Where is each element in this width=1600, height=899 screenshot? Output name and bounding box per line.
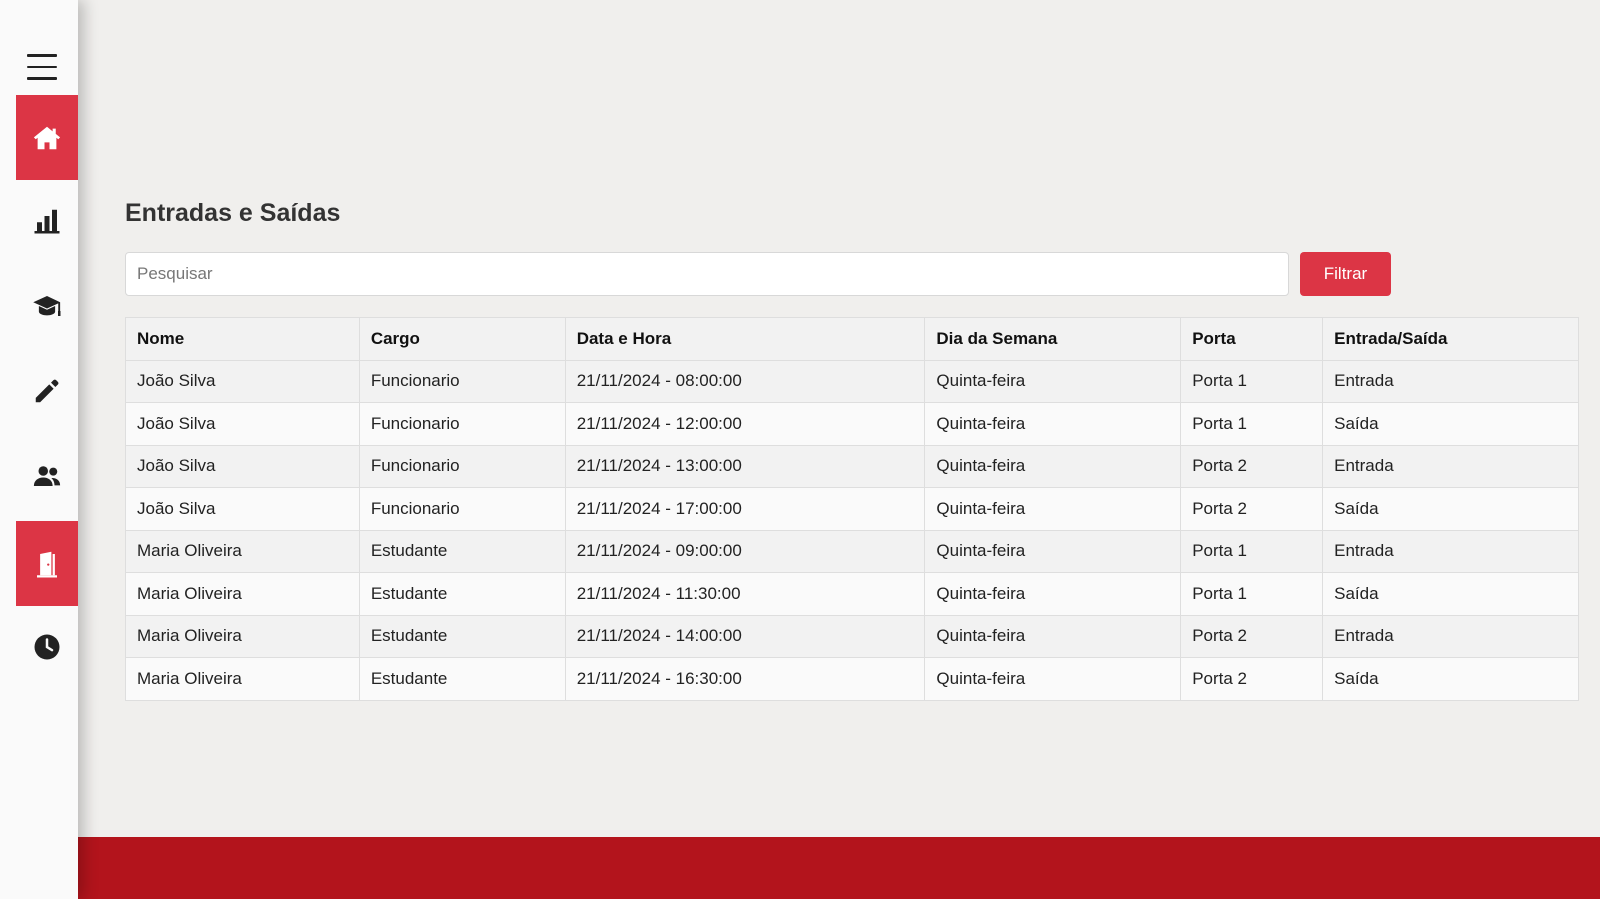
sidebar — [0, 0, 78, 899]
cell-entrada-saida: Saída — [1322, 572, 1579, 616]
cell-entrada-saida: Saída — [1322, 487, 1579, 531]
cell-dia-semana: Quinta-feira — [924, 657, 1182, 701]
sidebar-item-home[interactable] — [16, 95, 78, 180]
cell-entrada-saida: Entrada — [1322, 614, 1579, 658]
cell-dia-semana: Quinta-feira — [924, 529, 1182, 573]
header-porta[interactable]: Porta — [1180, 317, 1324, 361]
cell-cargo: Funcionario — [358, 359, 566, 403]
table-row[interactable]: Maria Oliveira Estudante 21/11/2024 - 09:0… — [125, 529, 1579, 573]
clock-icon — [34, 634, 60, 659]
sidebar-item-access[interactable] — [16, 521, 78, 606]
cell-entrada-saida: Entrada — [1322, 444, 1579, 488]
door-icon — [37, 551, 57, 577]
cell-nome: João Silva — [125, 359, 360, 403]
cell-data-hora: 21/11/2024 - 16:30:00 — [564, 657, 926, 701]
cell-nome: Maria Oliveira — [125, 572, 360, 616]
cell-data-hora: 21/11/2024 - 09:00:00 — [564, 529, 926, 573]
cell-data-hora: 21/11/2024 - 11:30:00 — [564, 572, 926, 616]
cell-porta: Porta 1 — [1180, 572, 1324, 616]
cell-entrada-saida: Saída — [1322, 402, 1579, 446]
cell-porta: Porta 2 — [1180, 614, 1324, 658]
table-row[interactable]: João Silva Funcionario 21/11/2024 - 12:00:… — [125, 402, 1579, 446]
cell-data-hora: 21/11/2024 - 12:00:00 — [564, 402, 926, 446]
main-content: Entradas e Saídas Filtrar Nome Cargo Dat… — [78, 0, 1600, 899]
cell-data-hora: 21/11/2024 - 13:00:00 — [564, 444, 926, 488]
cell-cargo: Estudante — [358, 529, 566, 573]
cell-dia-semana: Quinta-feira — [924, 359, 1182, 403]
cell-nome: João Silva — [125, 487, 360, 531]
cell-data-hora: 21/11/2024 - 17:00:00 — [564, 487, 926, 531]
header-data-hora[interactable]: Data e Hora — [564, 317, 926, 361]
header-nome[interactable]: Nome — [125, 317, 360, 361]
cell-cargo: Funcionario — [358, 444, 566, 488]
cell-dia-semana: Quinta-feira — [924, 402, 1182, 446]
sidebar-item-students[interactable] — [16, 263, 78, 348]
cell-porta: Porta 1 — [1180, 529, 1324, 573]
sidebar-item-users[interactable] — [16, 433, 78, 518]
table-row[interactable]: João Silva Funcionario 21/11/2024 - 08:00:… — [125, 359, 1579, 403]
cell-dia-semana: Quinta-feira — [924, 487, 1182, 531]
cell-data-hora: 21/11/2024 - 14:00:00 — [564, 614, 926, 658]
table-row[interactable]: Maria Oliveira Estudante 21/11/2024 - 14:0… — [125, 614, 1579, 658]
page-title: Entradas e Saídas — [125, 199, 341, 227]
pencil-icon — [35, 379, 59, 402]
home-icon — [33, 126, 61, 149]
sidebar-item-reports[interactable] — [16, 178, 78, 263]
users-icon — [33, 465, 61, 486]
access-log-table-container: Nome Cargo Data e Hora Dia da Semana Por… — [125, 317, 1579, 701]
search-input[interactable] — [125, 252, 1289, 296]
cell-cargo: Estudante — [358, 572, 566, 616]
cell-cargo: Estudante — [358, 614, 566, 658]
cell-porta: Porta 2 — [1180, 657, 1324, 701]
header-cargo[interactable]: Cargo — [358, 317, 566, 361]
cell-cargo: Funcionario — [358, 402, 566, 446]
cell-entrada-saida: Saída — [1322, 657, 1579, 701]
bar-chart-icon — [34, 209, 60, 233]
hamburger-menu-icon[interactable] — [27, 54, 57, 80]
table-row[interactable]: Maria Oliveira Estudante 21/11/2024 - 16:3… — [125, 657, 1579, 701]
cell-porta: Porta 1 — [1180, 359, 1324, 403]
cell-entrada-saida: Entrada — [1322, 359, 1579, 403]
cell-nome: Maria Oliveira — [125, 657, 360, 701]
filter-button[interactable]: Filtrar — [1300, 252, 1391, 296]
sidebar-item-edit[interactable] — [16, 348, 78, 433]
graduation-cap-icon — [33, 295, 61, 316]
cell-nome: Maria Oliveira — [125, 614, 360, 658]
cell-nome: Maria Oliveira — [125, 529, 360, 573]
cell-dia-semana: Quinta-feira — [924, 444, 1182, 488]
cell-nome: João Silva — [125, 402, 360, 446]
table-header-row: Nome Cargo Data e Hora Dia da Semana Por… — [125, 317, 1579, 361]
cell-cargo: Funcionario — [358, 487, 566, 531]
table-row[interactable]: João Silva Funcionario 21/11/2024 - 13:00:… — [125, 444, 1579, 488]
cell-dia-semana: Quinta-feira — [924, 614, 1182, 658]
sidebar-item-history[interactable] — [16, 604, 78, 689]
cell-nome: João Silva — [125, 444, 360, 488]
cell-cargo: Estudante — [358, 657, 566, 701]
access-log-table: Nome Cargo Data e Hora Dia da Semana Por… — [125, 317, 1579, 701]
cell-porta: Porta 2 — [1180, 444, 1324, 488]
cell-porta: Porta 2 — [1180, 487, 1324, 531]
header-dia-semana[interactable]: Dia da Semana — [924, 317, 1182, 361]
header-entrada-saida[interactable]: Entrada/Saída — [1322, 317, 1579, 361]
table-body: João Silva Funcionario 21/11/2024 - 08:00:… — [125, 359, 1579, 701]
cell-porta: Porta 1 — [1180, 402, 1324, 446]
table-row[interactable]: Maria Oliveira Estudante 21/11/2024 - 11:3… — [125, 572, 1579, 616]
table-row[interactable]: João Silva Funcionario 21/11/2024 - 17:00:… — [125, 487, 1579, 531]
cell-dia-semana: Quinta-feira — [924, 572, 1182, 616]
cell-entrada-saida: Entrada — [1322, 529, 1579, 573]
cell-data-hora: 21/11/2024 - 08:00:00 — [564, 359, 926, 403]
footer-bar — [78, 837, 1600, 899]
